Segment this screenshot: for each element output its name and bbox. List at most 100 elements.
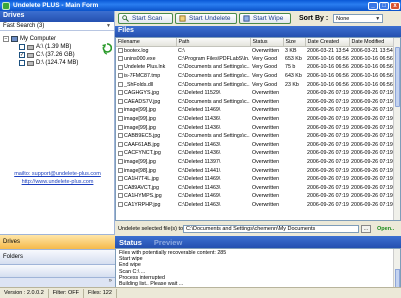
close-button[interactable]: x: [390, 1, 400, 10]
cell-path: C:\Deleted 11469\: [176, 192, 250, 201]
cell-text: 2006-09-26 07:19: [307, 133, 349, 140]
tree-node-my-computer[interactable]: − My Computer: [3, 35, 111, 43]
cell-status: Overwritten: [250, 141, 283, 150]
fast-search-bar[interactable]: Fast Search (3) ▼: [0, 22, 114, 31]
minimize-button[interactable]: _: [368, 1, 378, 10]
cell-text: CA89AVCT.jpg: [124, 184, 159, 191]
table-row[interactable]: image[98].jpg C:\Deleted 11441\ Overwritte…: [116, 166, 398, 175]
cell-path: C:\Documents and Settings\c...: [176, 72, 250, 81]
cell-date-modified: 2006-09-26 07:19: [349, 192, 398, 201]
drive-checkbox[interactable]: ✓: [19, 52, 25, 58]
table-row[interactable]: bootex.log C:\ Overwritten 3 KB 2006-03-21 1…: [116, 46, 398, 55]
cell-status: Overwritten: [250, 98, 283, 107]
cell-text: 2006-09-26 07:19: [351, 141, 393, 148]
cell-date-modified: 2006-09-26 07:19: [349, 141, 398, 150]
cell-text: C:\Deleted 11469\: [178, 193, 221, 200]
col-date-modified[interactable]: Date Modified: [349, 38, 399, 47]
table-row[interactable]: image[99].jpg C:\Deleted 11436\ Overwritte…: [116, 115, 398, 124]
table-row[interactable]: CA1YRPHP.jpg C:\Deleted 11463\ Overwritten…: [116, 201, 398, 210]
nav-folders-button[interactable]: Folders: [0, 249, 115, 264]
cell-path: C:\Deleted 11441\: [176, 166, 250, 175]
table-row[interactable]: CAGHGYS.jpg C:\Deleted 11529\ Overwritten 2…: [116, 89, 398, 98]
cell-text: 2006-09-26 07:19: [351, 107, 393, 114]
tree-node-drive-a[interactable]: A:\ (1.39 MB): [3, 43, 111, 51]
col-filename[interactable]: Filename: [116, 38, 177, 47]
cell-path: C:\Documents and Settings\c...: [176, 80, 250, 89]
col-status[interactable]: Status: [250, 38, 284, 47]
col-path[interactable]: Path: [176, 38, 251, 47]
sort-by-value: None: [336, 15, 350, 22]
table-row[interactable]: CACFYNCT.jpg C:\Deleted 11436\ Overwritten…: [116, 149, 398, 158]
cell-filename: CA89AVCT.jpg: [116, 184, 176, 193]
cell-filename: image[98].jpg: [116, 166, 176, 175]
table-row[interactable]: CA89AVCT.jpg C:\Deleted 11463\ Overwritten…: [116, 184, 398, 193]
browse-button[interactable]: ...: [361, 224, 371, 233]
nav-overflow-button[interactable]: »: [0, 277, 115, 287]
maximize-button[interactable]: □: [379, 1, 389, 10]
cell-text: C:\Deleted 11441\: [178, 167, 221, 174]
chevron-down-icon[interactable]: ▼: [106, 23, 111, 29]
collapse-icon[interactable]: −: [3, 36, 9, 42]
undelete-destination-field[interactable]: C:\Documents and Settings\chemenn\My Doc…: [183, 224, 359, 233]
table-row[interactable]: CAAF61AB.jpg C:\Deleted 11463\ Overwritten…: [116, 141, 398, 150]
status-tabs: Status Preview: [115, 236, 401, 248]
cell-date-created: 2006-10-16 06:56: [305, 63, 349, 72]
website-link[interactable]: http://www.undelete-plus.com: [0, 179, 115, 185]
cell-date-modified: 2006-09-26 07:19: [349, 149, 398, 158]
cell-size: 643 Kb: [283, 72, 305, 81]
col-size[interactable]: Size: [283, 38, 306, 47]
scrollbar-thumb[interactable]: [395, 269, 400, 289]
tab-status[interactable]: Status: [119, 238, 142, 247]
cell-text: Overwritten: [252, 124, 280, 131]
cell-text: C:\Documents and Settings\c...: [178, 81, 250, 88]
support-email-link[interactable]: mailto: support@undelete-plus.com: [0, 171, 115, 177]
cell-text: Overwritten: [252, 193, 280, 200]
table-row[interactable]: CA1H7T4L.jpg C:\Deleted 11469\ Overwritten…: [116, 175, 398, 184]
cell-text: C:\Deleted 11463\: [178, 201, 221, 208]
cell-text: 2006-09-26 07:19: [307, 116, 349, 123]
col-date-created[interactable]: Date Created: [305, 38, 350, 47]
cell-text: 2006-09-26 07:19: [307, 98, 349, 105]
cell-text: Overwritten: [252, 176, 280, 183]
cell-path: C:\Deleted 11436\: [176, 123, 250, 132]
scrollbar-thumb[interactable]: [395, 47, 400, 107]
table-row[interactable]: Undelete Plus.lnk C:\Documents and Settin…: [116, 63, 398, 72]
start-wipe-button[interactable]: Start Wipe: [239, 13, 291, 24]
cell-text: Overwritten: [252, 107, 280, 114]
cell-status: Overwritten: [250, 89, 283, 98]
cell-path: C:\Documents and Settings\c...: [176, 98, 250, 107]
table-row[interactable]: is-7FMC87.tmp C:\Documents and Settings\c…: [116, 72, 398, 81]
table-row[interactable]: CA1HYMPS.jpg C:\Deleted 11469\ Overwritten…: [116, 192, 398, 201]
cell-date-created: 2006-09-26 07:19: [305, 166, 349, 175]
cell-text: C:\: [178, 47, 185, 54]
start-undelete-button[interactable]: Start Undelete: [175, 13, 237, 24]
refresh-icon[interactable]: [102, 43, 112, 55]
nav-drives-button[interactable]: Drives: [0, 234, 115, 249]
table-row[interactable]: image[99].jpg C:\Deleted 11436\ Overwritte…: [116, 123, 398, 132]
start-wipe-label: Start Wipe: [253, 15, 284, 22]
table-row[interactable]: image[99].jpg C:\Deleted 11469\ Overwritte…: [116, 106, 398, 115]
drive-checkbox[interactable]: [19, 60, 25, 66]
tree-node-drive-c[interactable]: ✓ C:\ (37.26 GB): [3, 51, 111, 59]
table-row[interactable]: image[99].jpg C:\Deleted 11397\ Overwritte…: [116, 158, 398, 167]
file-icon: [118, 159, 123, 165]
tree-node-drive-d[interactable]: D:\ (124.74 MB): [3, 59, 111, 67]
table-row[interactable]: unins000.exe C:\Program Files\PDFLabS\In.…: [116, 55, 398, 64]
sort-by-select[interactable]: None ▼: [333, 14, 384, 23]
tab-preview[interactable]: Preview: [154, 238, 182, 247]
cell-text: 2006-09-26 07:19: [307, 167, 349, 174]
table-row[interactable]: CAEADS7V.jpg C:\Documents and Settings\c.…: [116, 98, 398, 107]
files-scrollbar[interactable]: [393, 38, 400, 220]
table-row[interactable]: CABB9EC5.jpg C:\Documents and Settings\c.…: [116, 132, 398, 141]
cell-text: C:\Deleted 11469\: [178, 176, 221, 183]
drive-checkbox[interactable]: [19, 44, 25, 50]
cell-text: 2006-10-16 06:56: [307, 73, 349, 80]
cell-text: C:\Deleted 11529\: [178, 90, 221, 97]
table-row[interactable]: _ShFolds.dll C:\Documents and Settings\c.…: [116, 80, 398, 89]
cell-date-modified: 2006-09-26 07:19: [349, 132, 398, 141]
cell-date-created: 2006-09-26 07:19: [305, 201, 349, 210]
open-link[interactable]: Open..: [377, 226, 394, 232]
cell-date-created: 2006-09-26 07:19: [305, 149, 349, 158]
cell-status: Overwritten: [250, 184, 283, 193]
start-scan-button[interactable]: Start Scan: [118, 13, 173, 24]
